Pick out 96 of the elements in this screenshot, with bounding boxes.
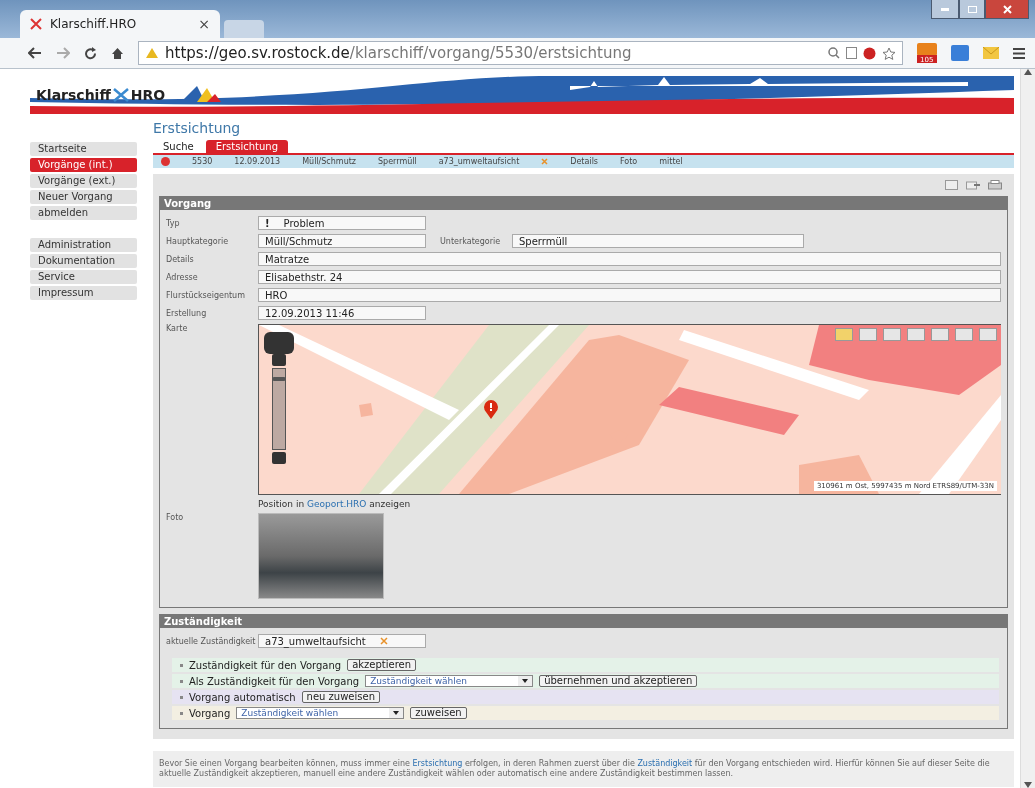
- details-link[interactable]: Details: [570, 157, 598, 166]
- search-icon[interactable]: [828, 47, 840, 59]
- close-icon[interactable]: ×: [198, 16, 210, 32]
- dropdown[interactable]: Zuständigkeit wählen: [236, 707, 405, 719]
- export-icon[interactable]: [966, 180, 980, 190]
- summary-id: 5530: [192, 157, 213, 166]
- menu-icon[interactable]: [1013, 47, 1025, 59]
- input-field[interactable]: Elisabethstr. 24: [258, 270, 1001, 284]
- bullet-icon: [180, 679, 183, 683]
- map-tool-button[interactable]: [859, 328, 877, 341]
- map-tool-button[interactable]: [907, 328, 925, 341]
- field-label: Erstellung: [166, 308, 208, 318]
- action-text: Zuständigkeit für den Vorgang: [189, 659, 342, 671]
- sidebar-item[interactable]: Startseite: [30, 142, 137, 156]
- browser-tab[interactable]: Klarschiff.HRO ×: [20, 10, 220, 38]
- bullet-icon: [180, 695, 183, 699]
- panel-title: Zuständigkeit: [160, 615, 1007, 628]
- panel-title: Vorgang: [160, 197, 1007, 210]
- input-field[interactable]: ! Problem: [258, 216, 426, 230]
- field-label: Flurstückseigentum: [166, 290, 246, 300]
- action-text: Vorgang: [189, 707, 231, 719]
- action-button[interactable]: akzeptieren: [347, 659, 417, 671]
- summary-subcategory: Sperrmüll: [378, 157, 417, 166]
- geoport-link[interactable]: Geoport.HRO: [307, 499, 367, 509]
- field-label: Adresse: [166, 272, 199, 282]
- info-text: Bevor Sie einen Vorgang bearbeiten können, muss immer eine Erstsichtung erfolgen, in deren Rahmen zuerst über die Zuständigkeit für den Vorgang entschieden wird. Hierfür können Sie auf dieser Seite die aktuelle Zuständigkeit akzeptieren, manuell eine andere Zuständigkeit wählen oder automatisch eine andere Zuständigkeit bestimmen lassen.: [159, 759, 991, 779]
- scroll-down-icon[interactable]: [1024, 782, 1032, 788]
- sidebar-item[interactable]: Dokumentation: [30, 254, 137, 268]
- action-text: Als Zuständigkeit für den Vorgang: [189, 675, 360, 687]
- dropdown[interactable]: Zuständigkeit wählen: [365, 675, 534, 687]
- pan-control-icon[interactable]: [264, 332, 294, 354]
- forward-icon[interactable]: [56, 47, 70, 59]
- map-tool-button[interactable]: [955, 328, 973, 341]
- home-icon[interactable]: [111, 46, 124, 60]
- input-field[interactable]: HRO: [258, 288, 1001, 302]
- back-icon[interactable]: [28, 47, 42, 59]
- field-label: Typ: [166, 218, 181, 228]
- maximize-icon: [967, 5, 977, 13]
- info-link[interactable]: Zuständigkeit: [637, 759, 693, 768]
- map-marker-icon: [483, 399, 499, 419]
- maximize-button[interactable]: [959, 0, 985, 19]
- field-label: Karte: [166, 324, 189, 333]
- field-label: Foto: [166, 513, 185, 522]
- tab-title: Klarschiff.HRO: [50, 17, 138, 31]
- photo-link[interactable]: Foto: [620, 157, 638, 166]
- action-button[interactable]: übernehmen und akzeptieren: [539, 675, 698, 687]
- map-tool-button[interactable]: [835, 328, 853, 341]
- bullet-icon: [180, 663, 183, 667]
- sidebar-item[interactable]: abmelden: [30, 206, 137, 220]
- map-link-text: Position in Geoport.HRO anzeigen: [258, 499, 411, 509]
- field-label: Unterkategorie: [440, 236, 502, 246]
- input-field[interactable]: Müll/Schmutz: [258, 234, 426, 248]
- action-text: Vorgang automatisch: [189, 691, 296, 703]
- summary-category: Müll/Schmutz: [302, 157, 357, 166]
- input-field[interactable]: 12.09.2013 11:46: [258, 306, 426, 320]
- map-tool-button[interactable]: [979, 328, 997, 341]
- zoom-slider[interactable]: [272, 368, 286, 450]
- action-button[interactable]: neu zuweisen: [301, 691, 380, 703]
- input-field[interactable]: Sperrmüll: [512, 234, 804, 248]
- input-field[interactable]: Matratze: [258, 252, 1001, 266]
- url-text: https://geo.sv.rostock.de/klarschiff/vorgang/5530/erstsichtung: [165, 44, 632, 62]
- sidebar-item[interactable]: Vorgänge (ext.): [30, 174, 137, 188]
- address-bar[interactable]: https://geo.sv.rostock.de/klarschiff/vorgang/5530/erstsichtung: [138, 41, 903, 65]
- field-label: Details: [166, 254, 195, 264]
- zoom-in-button[interactable]: [272, 354, 286, 366]
- close-button[interactable]: [985, 0, 1029, 19]
- field-label: aktuelle Zuständigkeit: [166, 636, 257, 646]
- input-field[interactable]: a73_umweltaufsicht: [258, 634, 426, 648]
- cross-icon[interactable]: [541, 158, 549, 165]
- remove-icon[interactable]: [379, 637, 388, 645]
- site-logo: Klarschiff HRO: [36, 84, 226, 106]
- print-icon[interactable]: [988, 180, 1002, 190]
- minimize-icon: [941, 7, 949, 11]
- reload-icon[interactable]: [84, 46, 97, 60]
- sidebar-item[interactable]: Vorgänge (int.): [30, 158, 137, 172]
- sidebar-item[interactable]: Service: [30, 270, 137, 284]
- field-label: Hauptkategorie: [166, 236, 230, 246]
- sidebar-item[interactable]: Neuer Vorgang: [30, 190, 137, 204]
- minimize-button[interactable]: [931, 0, 959, 19]
- alert-icon: [161, 157, 170, 166]
- summary-priority: mittel: [659, 157, 683, 166]
- star-icon[interactable]: [882, 46, 896, 60]
- close-icon: [1002, 4, 1012, 14]
- zoom-out-button[interactable]: [272, 452, 286, 464]
- sidebar-item[interactable]: Administration: [30, 238, 137, 252]
- map-tool-button[interactable]: [931, 328, 949, 341]
- tab[interactable]: Erstsichtung: [205, 140, 289, 153]
- page-title: Erstsichtung: [153, 120, 242, 138]
- summary-responsibility: a73_umweltaufsicht: [438, 157, 520, 166]
- map-tool-button[interactable]: [883, 328, 901, 341]
- summary-date: 12.09.2013: [234, 157, 281, 166]
- bullet-icon: [180, 711, 183, 715]
- slider-thumb[interactable]: [272, 376, 286, 381]
- action-button[interactable]: zuweisen: [410, 707, 467, 719]
- info-link[interactable]: Erstsichtung: [412, 759, 463, 768]
- sidebar-item[interactable]: Impressum: [30, 286, 137, 300]
